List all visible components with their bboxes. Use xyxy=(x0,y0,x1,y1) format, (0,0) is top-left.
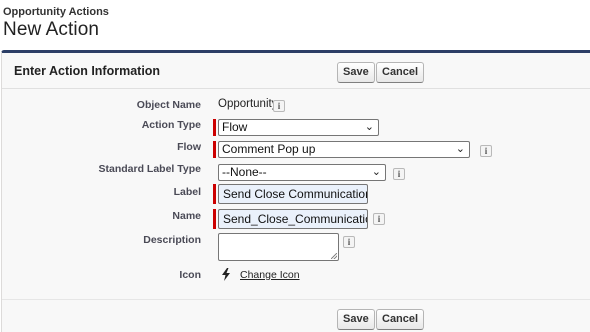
flow-value: Comment Pop up xyxy=(222,142,316,156)
standard-label-type-label: Standard Label Type xyxy=(98,163,202,175)
flow-label: Flow xyxy=(177,141,201,153)
chevron-down-icon: ⌄ xyxy=(455,143,465,155)
cancel-button-top[interactable]: Cancel xyxy=(376,62,425,83)
info-icon[interactable]: i xyxy=(393,168,405,180)
standard-label-type-value: --None-- xyxy=(222,165,267,179)
info-icon[interactable]: i xyxy=(480,145,492,157)
info-icon[interactable]: i xyxy=(373,213,385,225)
chevron-down-icon: ⌄ xyxy=(364,121,374,133)
block-title: Enter Action Information xyxy=(14,64,161,78)
action-type-label: Action Type xyxy=(141,119,201,131)
required-indicator xyxy=(213,209,216,229)
info-icon[interactable]: i xyxy=(273,100,285,112)
name-input[interactable]: Send_Close_Communication xyxy=(218,209,368,229)
chevron-down-icon: ⌄ xyxy=(371,166,381,178)
page-subtitle: Opportunity Actions xyxy=(3,6,109,18)
save-button-top[interactable]: Save xyxy=(337,62,375,83)
cancel-button-bottom[interactable]: Cancel xyxy=(376,309,425,330)
label-field-label: Label xyxy=(173,186,201,198)
label-input[interactable]: Send Close Communication xyxy=(218,184,368,204)
save-button-bottom[interactable]: Save xyxy=(337,309,375,330)
description-textarea[interactable] xyxy=(218,233,339,261)
action-info-block: Enter Action Information Save Cancel Obj… xyxy=(1,50,590,332)
lightning-bolt-icon xyxy=(221,268,231,284)
action-type-value: Flow xyxy=(222,120,248,134)
object-name-label: Object Name xyxy=(136,99,201,111)
description-label: Description xyxy=(143,234,201,246)
required-indicator xyxy=(213,184,216,204)
block-header: Enter Action Information Save Cancel xyxy=(2,53,590,89)
info-icon[interactable]: i xyxy=(343,236,355,248)
required-indicator xyxy=(213,119,216,136)
page-title: New Action xyxy=(3,19,100,40)
resize-handle[interactable] xyxy=(331,253,337,259)
object-name-value: Opportunity xyxy=(218,98,278,110)
flow-select[interactable]: Comment Pop up ⌄ xyxy=(218,141,470,158)
footer-divider xyxy=(2,299,590,300)
icon-label: Icon xyxy=(179,269,201,281)
standard-label-type-select[interactable]: --None-- ⌄ xyxy=(218,164,386,181)
page-header: Opportunity Actions New Action xyxy=(3,6,109,41)
change-icon-link[interactable]: Change Icon xyxy=(240,269,300,281)
action-type-select[interactable]: Flow ⌄ xyxy=(218,119,379,136)
name-field-label: Name xyxy=(172,210,201,222)
required-indicator xyxy=(213,141,216,158)
